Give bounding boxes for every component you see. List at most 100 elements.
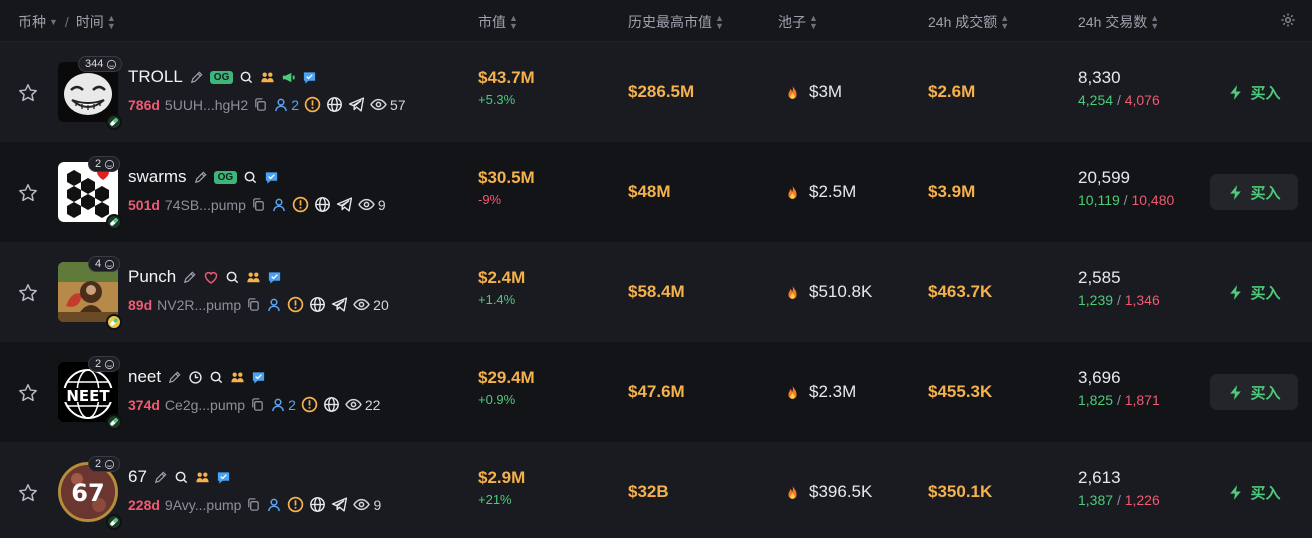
col-tx-header[interactable]: 24h 交易数 ▲ ▼ [1078,12,1159,32]
pencil-icon[interactable] [153,470,168,485]
token-name[interactable]: neet [128,367,161,387]
heart-icon[interactable] [203,269,219,285]
pool-value: $2.5M [809,182,857,201]
pencil-icon[interactable] [167,370,182,385]
bolt-icon [1227,184,1244,201]
col-pool-header[interactable]: 池子 ▲ ▼ [778,12,818,32]
copy-icon[interactable] [251,197,266,212]
pool: $3M [784,82,842,102]
col-ath-header[interactable]: 历史最高市值 ▲ ▼ [628,12,724,32]
warning-icon[interactable] [287,496,304,513]
pool-value: $2.3M [809,382,857,401]
copy-icon[interactable] [246,497,261,512]
star-icon[interactable] [17,182,39,204]
token-name-line: TROLL OG [128,67,317,87]
tx-24h: 20,599 10,119 / 10,480 [1078,168,1174,208]
token-name[interactable]: 67 [128,467,147,487]
pool-value: $3M [809,82,843,101]
star-icon[interactable] [17,482,39,504]
star-icon[interactable] [17,282,39,304]
star-icon[interactable] [17,82,39,104]
market-cap: $43.7M +5.3% [478,68,535,107]
chat-icon [264,170,279,185]
tx-24h: 2,613 1,387 / 1,226 [1078,468,1160,508]
search-icon[interactable] [209,370,224,385]
table-row[interactable]: 2 swarms OG 501d 74SB...pump 9 $30.5M -9… [0,142,1312,242]
buy-button[interactable]: 买入 [1210,474,1298,510]
table-row[interactable]: 4 Punch 89d NV2R...pump 20 $2.4M +1.4% $… [0,242,1312,342]
buy-button[interactable]: 买入 [1210,374,1298,410]
globe-icon[interactable] [326,96,343,113]
telegram-icon[interactable] [348,96,365,113]
telegram-icon[interactable] [331,496,348,513]
bolt-icon [1227,484,1244,501]
volume-24h: $2.6M [928,82,976,101]
bolt-icon [1227,284,1244,301]
globe-icon[interactable] [314,196,331,213]
tx-total: 2,585 [1078,268,1121,287]
table-row[interactable]: 67 2 67 228d 9Avy...pump 9 $2.9M +21% $3… [0,442,1312,538]
token-name[interactable]: TROLL [128,67,183,87]
warning-icon[interactable] [287,296,304,313]
token-name-line: 67 [128,467,231,487]
tx-total: 8,330 [1078,68,1121,87]
sell-count: 10,480 [1131,192,1175,208]
holders [271,197,287,213]
user-icon [266,497,282,513]
tx-24h: 8,330 4,254 / 4,076 [1078,68,1160,108]
buy-button[interactable]: 买入 [1210,74,1298,110]
table-row[interactable]: 344 TROLL OG 786d 5UUH...hgH2 2 57 $43.7… [0,42,1312,142]
svg-text:NEET: NEET [66,387,110,405]
telegram-icon[interactable] [336,196,353,213]
buy-button[interactable]: 买入 [1210,174,1298,210]
buy-button[interactable]: 买入 [1210,274,1298,310]
search-icon[interactable] [174,470,189,485]
pencil-icon[interactable] [182,270,197,285]
search-icon[interactable] [225,270,240,285]
eye-icon [353,496,370,513]
buy-count: 4,254 [1078,92,1114,108]
market-cap: $2.4M +1.4% [478,268,525,307]
token-age: 786d [128,96,160,113]
col-token-label[interactable]: 币种 [18,12,46,32]
pool: $510.8K [784,282,872,302]
buy-label: 买入 [1250,184,1281,202]
col-token-time-header[interactable]: 币种 ▼ / 时间 ▲ ▼ [18,12,116,32]
pool-value: $396.5K [809,482,873,501]
globe-icon[interactable] [309,296,326,313]
warning-icon[interactable] [301,396,318,413]
token-name[interactable]: Punch [128,267,176,287]
token-name-line: neet [128,367,266,387]
sort-icon: ▲ ▼ [715,13,724,31]
star-icon[interactable] [17,382,39,404]
volume-24h: $350.1K [928,482,993,501]
sort-icon: ▲ ▼ [106,13,116,31]
pencil-icon[interactable] [193,170,208,185]
pencil-icon[interactable] [189,70,204,85]
warning-icon[interactable] [292,196,309,213]
buy-sell-counts: 10,119 / 10,480 [1078,192,1174,208]
count-badge: 2 [88,156,121,172]
warning-icon[interactable] [304,96,321,113]
copy-icon[interactable] [250,397,265,412]
price-change: +1.4% [478,292,516,307]
globe-icon[interactable] [309,496,326,513]
copy-icon[interactable] [246,297,261,312]
col-vol-header[interactable]: 24h 成交额 ▲ ▼ [928,12,1009,32]
col-mcap-header[interactable]: 市值 ▲ ▼ [478,12,518,32]
sell-count: 1,226 [1124,492,1160,508]
price-change: +5.3% [478,92,516,107]
user-icon [273,97,289,113]
search-icon[interactable] [243,170,258,185]
telegram-icon[interactable] [331,296,348,313]
col-time-label[interactable]: 时间 [76,12,104,32]
search-icon[interactable] [239,70,254,85]
count-separator: / [1116,492,1125,508]
token-name[interactable]: swarms [128,167,187,187]
pill-icon [106,114,122,130]
copy-icon[interactable] [253,97,268,112]
gear-icon[interactable] [1280,12,1296,28]
chevron-down-icon: ▼ [49,17,58,27]
globe-icon[interactable] [323,396,340,413]
table-row[interactable]: NEET 2 neet 374d Ce2g...pump 2 22 $29.4M… [0,342,1312,442]
